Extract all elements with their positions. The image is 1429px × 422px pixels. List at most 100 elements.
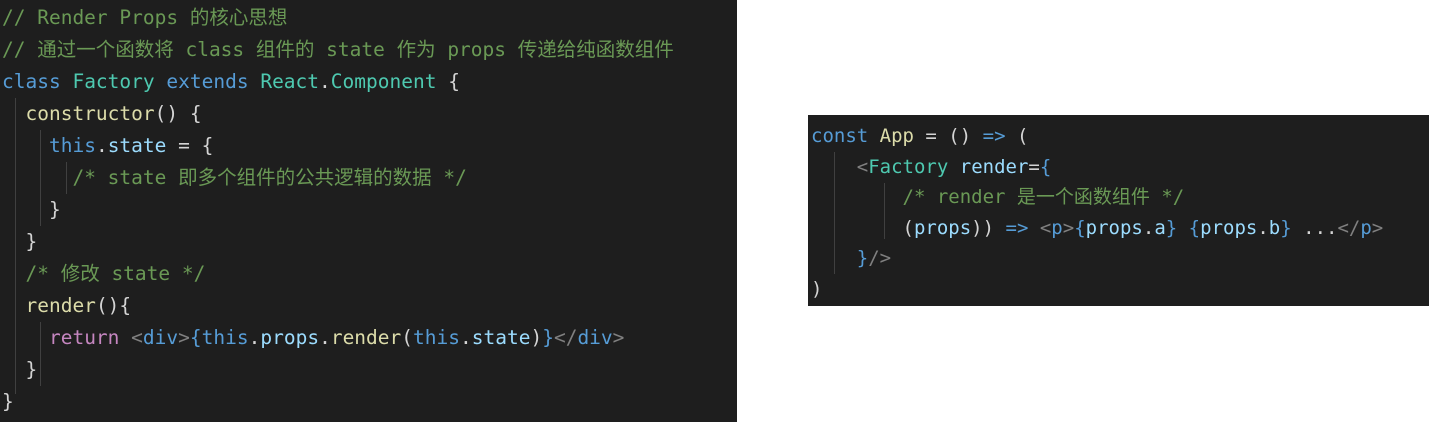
- code-token: )): [971, 216, 1006, 239]
- code-token: </: [553, 326, 578, 349]
- code-line: /* state 即多个组件的公共逻辑的数据 */: [2, 162, 467, 194]
- code-token: {: [1074, 216, 1086, 239]
- code-token: {: [1188, 216, 1201, 239]
- code-line: this.state = {: [2, 130, 213, 162]
- code-token: render: [25, 294, 96, 317]
- code-token: =>: [1005, 216, 1029, 239]
- code-token: div: [577, 326, 613, 349]
- code-token: React: [260, 70, 320, 93]
- code-token: <: [131, 326, 143, 349]
- code-token: =: [1028, 155, 1040, 178]
- code-token: Component: [330, 70, 437, 93]
- code-token: render: [330, 326, 402, 349]
- code-token: }: [2, 358, 38, 381]
- code-line: }: [2, 194, 61, 226]
- code-token: >: [1371, 216, 1384, 239]
- code-line: constructor() {: [2, 98, 202, 130]
- code-token: }: [2, 198, 61, 221]
- code-token: (: [401, 326, 414, 349]
- code-token: /* state 即多个组件的公共逻辑的数据 */: [72, 166, 467, 189]
- code-token: }: [2, 230, 38, 253]
- code-token: state: [107, 134, 167, 157]
- code-token: Factory: [72, 70, 155, 93]
- code-token: >: [1062, 216, 1075, 239]
- code-token: extends: [166, 70, 249, 93]
- code-token: = (): [913, 125, 983, 147]
- code-token: (: [902, 216, 914, 239]
- code-token: {: [436, 70, 460, 93]
- code-line: }/>: [811, 243, 891, 274]
- code-line: return <div>{this.props.render(this.stat…: [2, 322, 624, 354]
- code-token: // Render Props 的核心思想: [2, 6, 288, 29]
- code-token: this: [413, 326, 460, 349]
- code-token: props: [1085, 216, 1143, 239]
- code-token: () {: [154, 102, 202, 125]
- code-token: </: [1337, 216, 1361, 239]
- code-token: }: [2, 390, 14, 413]
- code-token: (: [1005, 125, 1029, 147]
- code-token: {: [1039, 155, 1052, 178]
- code-token: p: [1051, 216, 1063, 239]
- code-token: .: [460, 326, 472, 349]
- code-token: =>: [982, 125, 1006, 147]
- code-editor-class-component: // Render Props 的核心思想 // 通过一个函数将 class 组件…: [0, 0, 737, 422]
- code-line: (props)) => <p>{props.a} {props.b} ...</…: [811, 213, 1384, 244]
- code-token: props: [1200, 216, 1258, 239]
- code-token: .: [248, 326, 261, 349]
- code-token: App: [879, 125, 914, 147]
- code-token: props: [260, 326, 320, 349]
- code-token: >: [178, 326, 190, 349]
- code-token: a: [1154, 216, 1166, 239]
- code-token: class: [2, 70, 61, 93]
- code-token: .: [1142, 216, 1155, 239]
- code-token: b: [1268, 216, 1281, 239]
- code-token: (){: [95, 294, 132, 317]
- code-token: this: [201, 326, 249, 349]
- code-line: /* render 是一个函数组件 */: [811, 182, 1185, 213]
- code-token: state: [471, 326, 531, 349]
- code-token: .: [1257, 216, 1269, 239]
- code-line: <Factory render={: [811, 152, 1052, 183]
- code-token: /* 修改 state */: [25, 262, 206, 285]
- code-token: props: [913, 216, 972, 239]
- code-token: const: [811, 125, 869, 147]
- code-token: .: [319, 326, 331, 349]
- code-token: this: [48, 134, 96, 157]
- code-line: }: [2, 226, 37, 258]
- code-token: <: [1039, 216, 1052, 239]
- code-token: Factory: [868, 155, 949, 178]
- code-line: class Factory extends React.Component {: [2, 66, 460, 98]
- code-token: />: [868, 247, 892, 270]
- code-token: ): [811, 278, 823, 300]
- code-token: .: [319, 70, 331, 93]
- code-token: }: [542, 326, 554, 349]
- code-token: }: [1165, 216, 1178, 239]
- code-token: }: [856, 247, 869, 270]
- code-token: // 通过一个函数将 class 组件的 state 作为 props 传递给纯…: [2, 38, 674, 61]
- code-line: /* 修改 state */: [2, 258, 205, 290]
- code-token: = {: [166, 134, 214, 157]
- code-token: <: [856, 155, 869, 178]
- code-token: .: [95, 134, 108, 157]
- code-token: /* render 是一个函数组件 */: [902, 186, 1185, 209]
- code-token: return: [48, 326, 120, 349]
- code-token: }: [1280, 216, 1292, 239]
- code-line: }: [2, 386, 14, 418]
- code-line: ): [811, 274, 822, 305]
- code-line: }: [2, 354, 37, 386]
